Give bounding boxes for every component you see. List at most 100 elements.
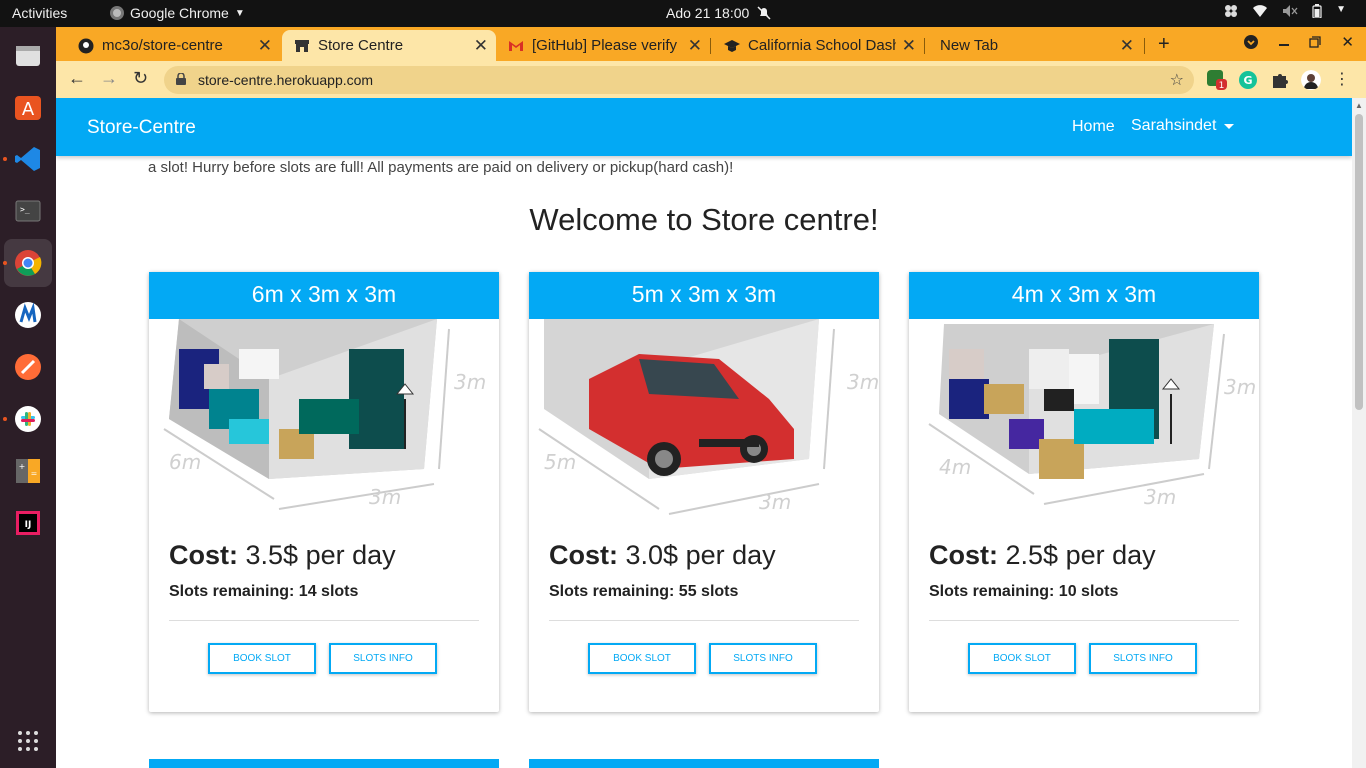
slack-launcher[interactable] xyxy=(9,400,47,438)
close-icon[interactable]: ✕ xyxy=(474,36,488,56)
depth-label: 6m xyxy=(169,450,201,474)
restore-icon[interactable] xyxy=(1309,36,1322,48)
software-center-icon: A xyxy=(15,96,41,120)
width-label: 3m xyxy=(1144,485,1176,509)
svg-text:>_: >_ xyxy=(20,205,30,214)
kebab-menu-icon[interactable]: ⋮ xyxy=(1334,69,1350,89)
storage-card-peek xyxy=(149,759,499,768)
storage-unit-image: 6m 3m 3m xyxy=(163,319,486,510)
svg-text:G: G xyxy=(1243,74,1252,87)
avatar[interactable] xyxy=(1301,70,1321,90)
slots-remaining: Slots remaining: 55 slots xyxy=(549,583,739,600)
depth-label: 5m xyxy=(544,450,576,474)
slots-info-button[interactable]: SLOTS INFO xyxy=(709,643,817,674)
gmail-icon xyxy=(509,40,523,51)
card-size-title: 4m x 3m x 3m xyxy=(909,272,1259,319)
terminal-launcher[interactable]: >_ xyxy=(9,192,47,230)
system-tray[interactable]: ▼ xyxy=(1224,4,1346,18)
cost-value: 2.5$ per day xyxy=(1005,540,1156,570)
page-viewport: Store-Centre Home Sarahsindet a slot! Hu… xyxy=(56,98,1352,768)
forward-icon[interactable]: → xyxy=(100,68,118,89)
page-scrollbar[interactable]: ▲ xyxy=(1352,98,1366,768)
close-icon[interactable]: ✕ xyxy=(688,36,702,56)
webstorm-launcher[interactable] xyxy=(9,296,47,334)
tab-github-repo[interactable]: mc3o/store-centre ✕ xyxy=(66,30,280,61)
height-label: 3m xyxy=(847,370,879,394)
intellij-icon: IJ xyxy=(16,511,40,535)
nav-home-link[interactable]: Home xyxy=(1072,118,1115,136)
scrollbar-thumb[interactable] xyxy=(1355,114,1363,410)
storage-card-peek xyxy=(529,759,879,768)
svg-text:A: A xyxy=(22,99,35,120)
reload-icon[interactable]: ↻ xyxy=(133,68,148,89)
cost-label: Cost: xyxy=(169,540,238,570)
tab-california-school[interactable]: California School Dash ✕ xyxy=(712,30,924,61)
terminal-icon: >_ xyxy=(15,200,41,222)
tab-strip: mc3o/store-centre ✕ Store Centre ✕ [GitH… xyxy=(56,27,1366,61)
user-name: Sarahsindet xyxy=(1131,117,1217,134)
cost-value: 3.5$ per day xyxy=(245,540,396,570)
running-indicator xyxy=(3,417,7,421)
folder-icon xyxy=(16,46,40,66)
intellij-launcher[interactable]: IJ xyxy=(9,504,47,542)
card-size-title: 6m x 3m x 3m xyxy=(149,272,499,319)
height-label: 3m xyxy=(1224,375,1256,399)
calculator-launcher[interactable]: + = xyxy=(9,452,47,490)
user-dropdown[interactable]: Sarahsindet xyxy=(1131,117,1235,135)
tab-title: [GitHub] Please verify xyxy=(532,37,678,54)
close-icon[interactable]: ✕ xyxy=(258,36,272,56)
height-label: 3m xyxy=(454,370,486,394)
slots-remaining: Slots remaining: 14 slots xyxy=(169,583,359,600)
clock[interactable]: Ado 21 18:00 xyxy=(666,5,771,21)
browser-toolbar: ← → ↻ store-centre.herokuapp.com ☆ 1 G ⋮ xyxy=(56,61,1366,98)
show-apps-button[interactable] xyxy=(9,722,47,760)
tab-new-tab[interactable]: New Tab ✕ xyxy=(928,30,1142,61)
app-icon xyxy=(15,302,41,328)
book-slot-button[interactable]: BOOK SLOT xyxy=(208,643,316,674)
close-icon[interactable]: ✕ xyxy=(902,36,916,56)
tab-store-centre[interactable]: Store Centre ✕ xyxy=(282,30,496,61)
tab-gmail[interactable]: [GitHub] Please verify ✕ xyxy=(496,30,710,61)
bookmark-star-icon[interactable]: ☆ xyxy=(1170,70,1184,90)
cost-line: Cost: 3.5$ per day xyxy=(169,540,396,571)
software-launcher[interactable]: A xyxy=(9,88,47,126)
card-size-title: 5m x 3m x 3m xyxy=(529,272,879,319)
close-window-icon[interactable]: ✕ xyxy=(1341,33,1354,51)
files-launcher[interactable] xyxy=(9,37,47,75)
activities-button[interactable]: Activities xyxy=(12,5,67,21)
svg-text:+: + xyxy=(19,462,26,471)
scroll-up-icon[interactable]: ▲ xyxy=(1355,101,1363,110)
tab-search-icon[interactable] xyxy=(1243,34,1259,50)
window-controls: ✕ xyxy=(1243,33,1354,51)
slots-info-button[interactable]: SLOTS INFO xyxy=(329,643,437,674)
tab-title: California School Dash xyxy=(748,37,896,54)
slots-info-button[interactable]: SLOTS INFO xyxy=(1089,643,1197,674)
app-menu[interactable]: Google Chrome ▼ xyxy=(110,5,245,21)
site-navbar: Store-Centre Home Sarahsindet xyxy=(56,98,1352,156)
grammarly-icon[interactable]: G xyxy=(1238,70,1258,90)
postman-launcher[interactable] xyxy=(9,348,47,386)
svg-text:1: 1 xyxy=(1219,81,1225,90)
postman-icon xyxy=(15,354,41,380)
back-icon[interactable]: ← xyxy=(68,68,86,89)
tab-separator xyxy=(924,38,925,54)
new-tab-button[interactable]: + xyxy=(1158,33,1170,56)
vscode-launcher[interactable] xyxy=(9,140,47,178)
book-slot-button[interactable]: BOOK SLOT xyxy=(588,643,696,674)
extension-icon[interactable]: 1 xyxy=(1207,70,1227,90)
cost-line: Cost: 3.0$ per day xyxy=(549,540,776,571)
running-indicator xyxy=(3,157,7,161)
store-icon xyxy=(295,39,309,52)
running-indicator xyxy=(3,261,7,265)
brand-link[interactable]: Store-Centre xyxy=(87,117,196,139)
vscode-icon xyxy=(15,147,40,171)
minimize-icon[interactable] xyxy=(1279,44,1290,46)
chrome-launcher[interactable] xyxy=(9,244,47,282)
address-bar[interactable]: store-centre.herokuapp.com ☆ xyxy=(164,66,1194,94)
card-divider xyxy=(169,620,479,621)
url-text: store-centre.herokuapp.com xyxy=(198,72,374,88)
puzzle-icon[interactable] xyxy=(1270,70,1290,90)
close-icon[interactable]: ✕ xyxy=(1120,36,1134,56)
slack-tray-icon xyxy=(1225,5,1238,17)
book-slot-button[interactable]: BOOK SLOT xyxy=(968,643,1076,674)
